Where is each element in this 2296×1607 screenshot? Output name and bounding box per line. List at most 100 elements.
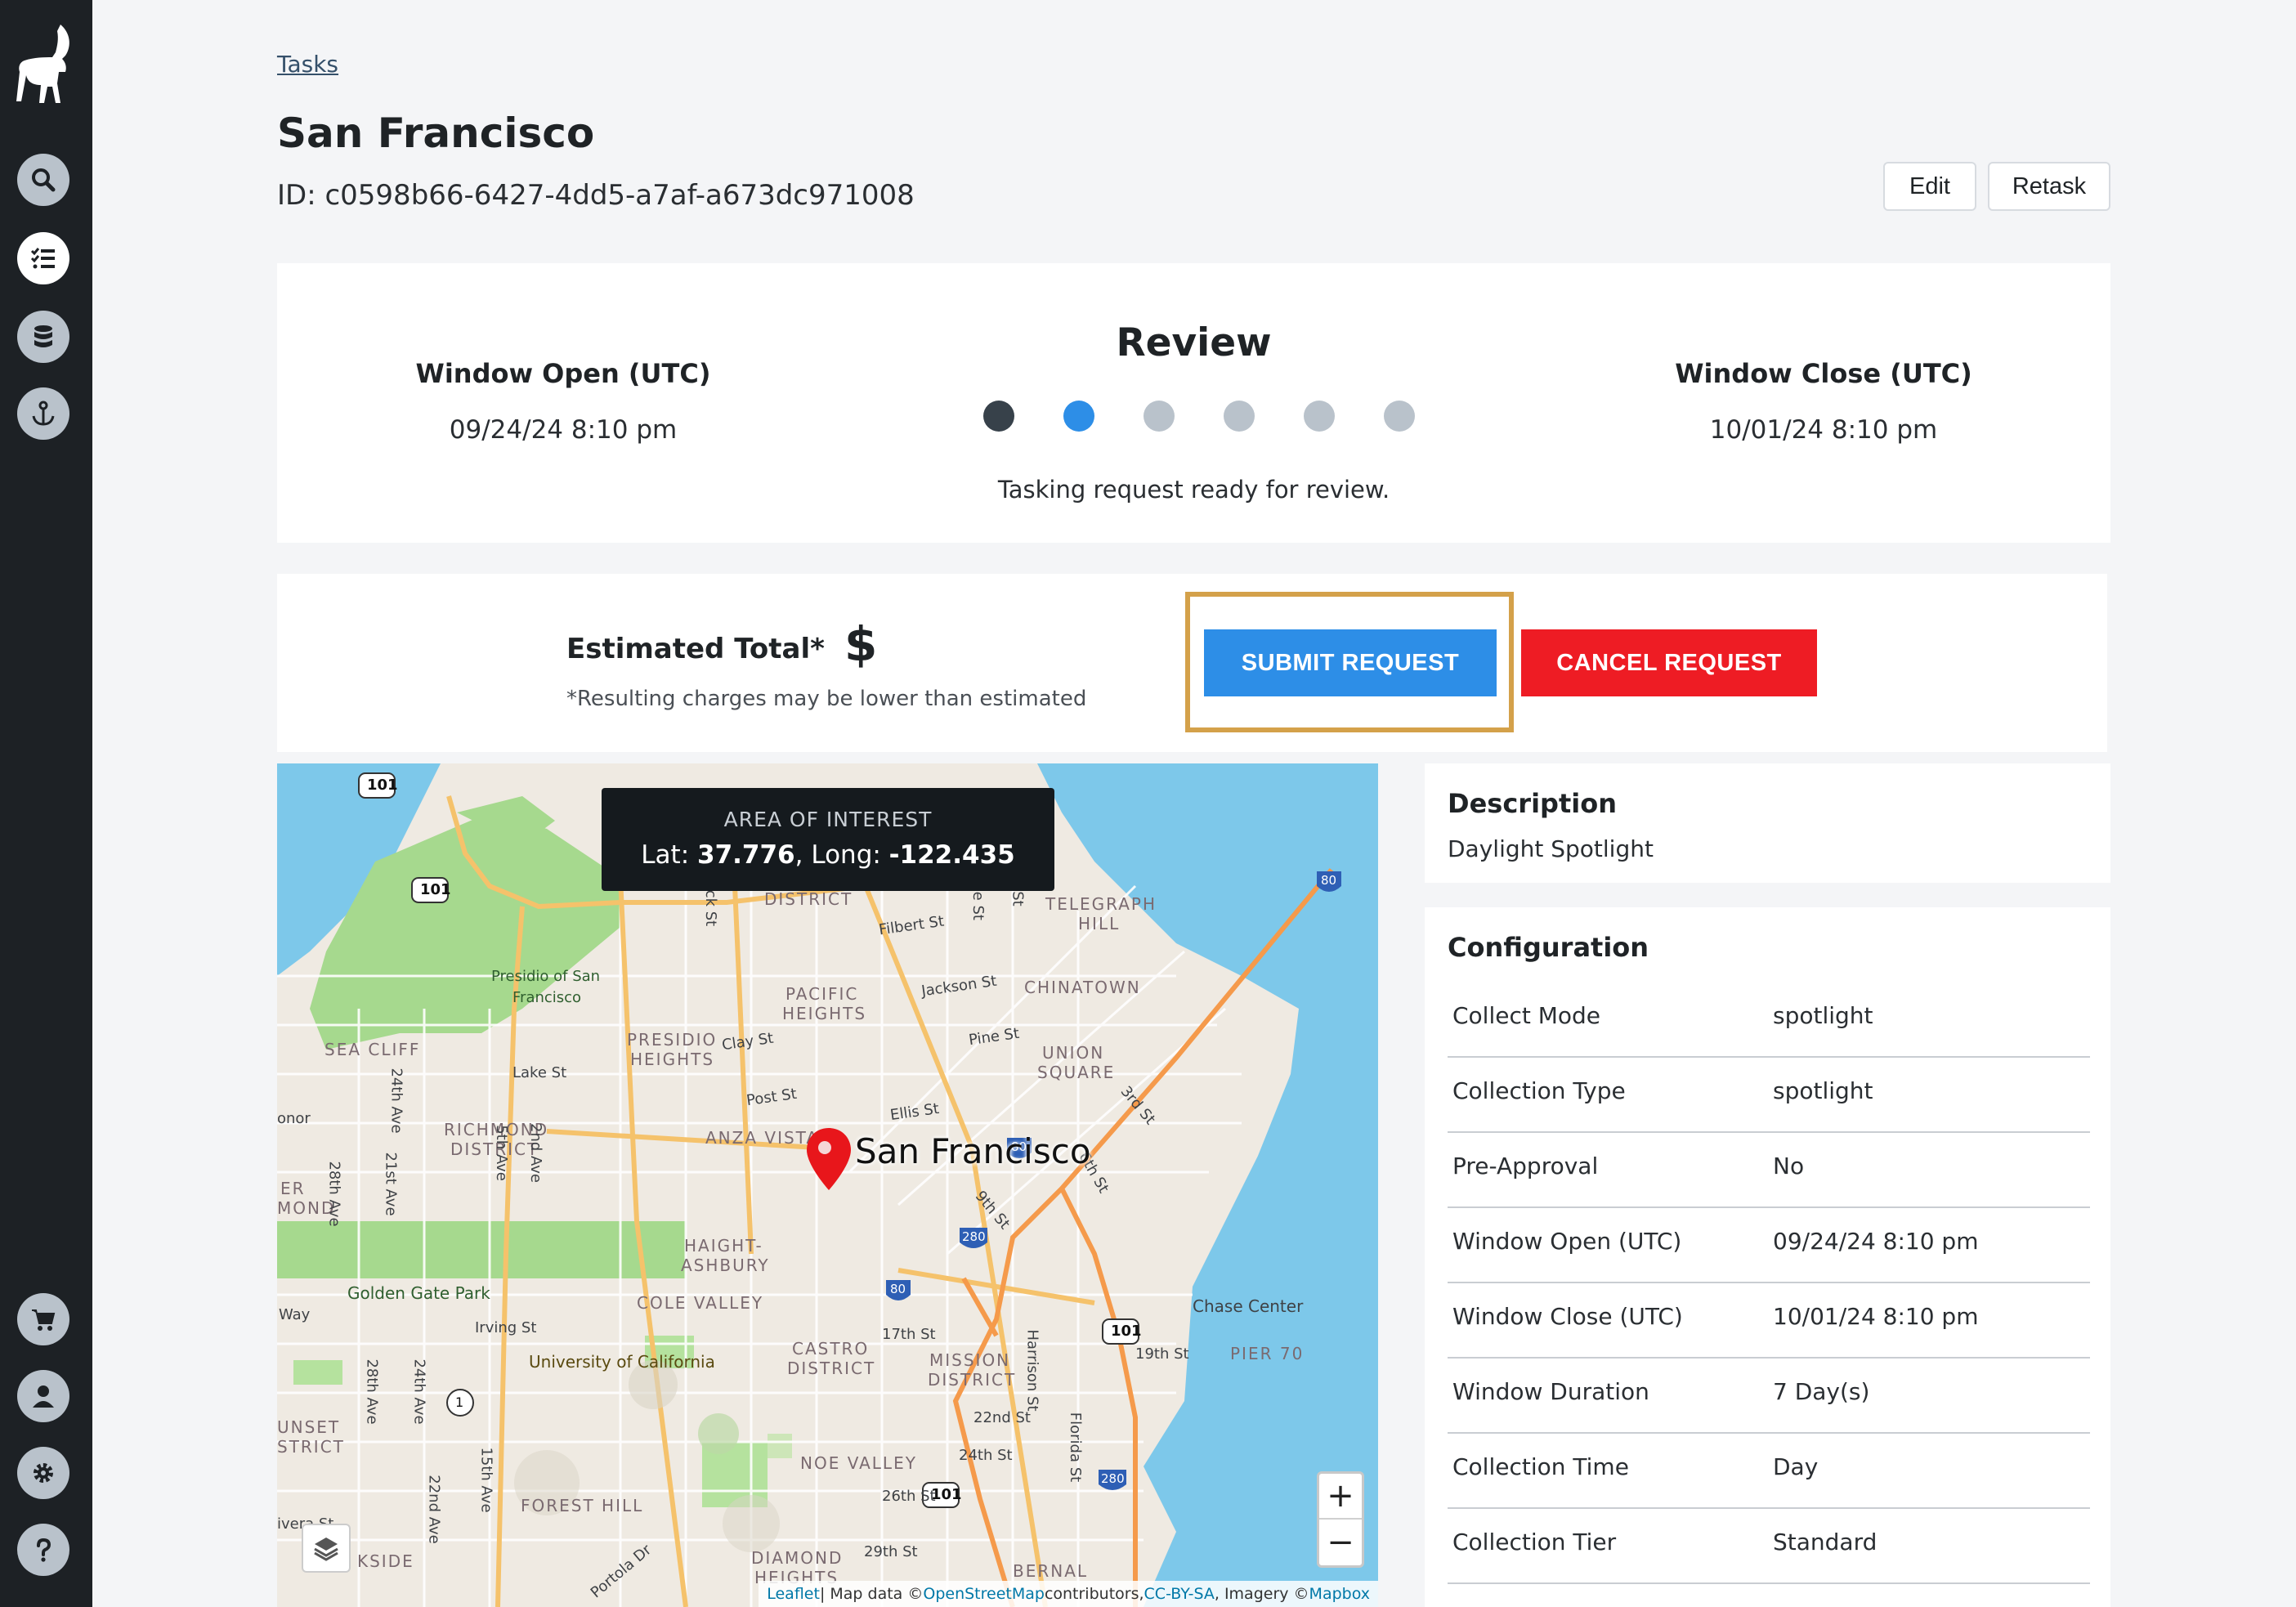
map[interactable]: 101 101 101 101 80 80 80 280 280 1 Presi… — [277, 763, 1378, 1607]
submit-request-button[interactable]: SUBMIT REQUEST — [1204, 629, 1497, 696]
map-label: SQUARE — [1037, 1063, 1116, 1082]
street-label: 24th Ave — [410, 1359, 428, 1425]
route-label: 280 — [1101, 1471, 1125, 1486]
long-value: -122.435 — [888, 840, 1015, 870]
step-dot — [1224, 401, 1255, 432]
map-label: Golden Gate Park — [347, 1283, 490, 1303]
cart-icon — [32, 1309, 56, 1331]
cc-link[interactable]: CC-BY-SA — [1144, 1585, 1215, 1603]
map-label: HEIGHTS — [782, 1004, 867, 1023]
map-attribution: Leaflet | Map data © OpenStreetMap contr… — [759, 1581, 1378, 1607]
status-card: Window Open (UTC) 09/24/24 8:10 pm Revie… — [277, 263, 2110, 543]
layers-icon — [314, 1538, 338, 1561]
map-label: CHINATOWN — [1024, 978, 1141, 997]
osm-link[interactable]: OpenStreetMap — [923, 1585, 1045, 1603]
nav-search-button[interactable] — [17, 154, 69, 206]
map-label: SEA CLIFF — [324, 1040, 421, 1059]
map-label: MISSION — [929, 1350, 1011, 1370]
config-key: Window Close (UTC) — [1452, 1303, 1683, 1330]
street-label: 21st Ave — [382, 1152, 400, 1216]
user-icon — [33, 1385, 54, 1408]
config-value: Day — [1773, 1453, 1819, 1480]
step-dot — [983, 401, 1014, 432]
config-value: Standard — [1773, 1529, 1878, 1556]
street-label: Irving St — [475, 1319, 537, 1336]
attrib-text: , Imagery © — [1214, 1585, 1309, 1603]
ibex-logo-icon[interactable] — [11, 21, 77, 106]
map-label: Chase Center — [1193, 1296, 1304, 1316]
step-dot — [1304, 401, 1335, 432]
street-label: 5th Ave — [492, 1125, 510, 1181]
street-label: 22nd Ave — [425, 1475, 443, 1544]
street-label: 22nd St — [973, 1409, 1031, 1426]
street-label: 26th St — [882, 1488, 936, 1505]
route-label: 280 — [962, 1229, 986, 1244]
street-label: 19th St — [1135, 1345, 1189, 1363]
nav-settings-button[interactable] — [17, 1447, 69, 1499]
nav-user-button[interactable] — [17, 1370, 69, 1422]
nav-cart-button[interactable] — [17, 1293, 69, 1345]
map-label: ER — [280, 1179, 306, 1198]
config-key: Window Duration — [1452, 1378, 1649, 1405]
zoom-in-button[interactable]: + — [1319, 1474, 1362, 1520]
config-value: spotlight — [1773, 1077, 1873, 1104]
config-value: 10/01/24 8:10 pm — [1773, 1303, 1979, 1330]
task-list-icon — [30, 248, 55, 269]
search-icon — [32, 168, 56, 192]
config-key: Collect Mode — [1452, 1002, 1601, 1029]
config-row: Pre-Approval No — [1448, 1133, 2090, 1208]
anchor-icon — [32, 401, 55, 426]
map-pin-icon[interactable] — [803, 1126, 854, 1193]
estimated-total-value: $ — [844, 616, 878, 672]
street-label: 15th Ave — [477, 1447, 495, 1513]
leaflet-link[interactable]: Leaflet — [767, 1585, 820, 1603]
mapbox-link[interactable]: Mapbox — [1309, 1585, 1370, 1603]
config-row: Window Duration 7 Day(s) — [1448, 1359, 2090, 1434]
config-key: Orbital Plane — [1452, 1604, 1600, 1607]
config-value: spotlight — [1773, 1002, 1873, 1029]
config-row: Collect Mode spotlight — [1448, 983, 2090, 1058]
description-title: Description — [1448, 788, 1617, 819]
config-key: Collection Tier — [1452, 1529, 1617, 1556]
attrib-text: | Map data © — [819, 1585, 924, 1603]
nav-tasks-button[interactable] — [17, 232, 69, 284]
street-label: 24th Ave — [387, 1068, 405, 1134]
config-key: Window Open (UTC) — [1452, 1228, 1682, 1255]
nav-database-button[interactable] — [17, 311, 69, 363]
retask-button[interactable]: Retask — [1988, 162, 2110, 211]
map-label: UNSET — [277, 1417, 341, 1437]
lat-label: Lat: — [641, 840, 697, 870]
window-close-label: Window Close (UTC) — [1675, 358, 1972, 389]
street-label: Harrison St — [1023, 1329, 1041, 1412]
map-label: University of California — [529, 1352, 715, 1372]
layers-button[interactable] — [302, 1524, 351, 1573]
cancel-request-button[interactable]: CANCEL REQUEST — [1521, 629, 1817, 696]
street-label: 24th St — [959, 1447, 1013, 1464]
map-label: Presidio of San — [491, 968, 601, 985]
map-label: ASHBURY — [681, 1256, 770, 1275]
route-label: 101 — [931, 1486, 962, 1503]
map-label: PACIFIC — [785, 984, 859, 1004]
gear-icon — [34, 1463, 53, 1483]
street-label: 2nd Ave — [527, 1123, 544, 1183]
street-label: 29th St — [864, 1543, 918, 1560]
nav-anchor-button[interactable] — [17, 387, 69, 440]
route-label: 1 — [455, 1394, 464, 1410]
aoi-tooltip: AREA OF INTEREST Lat: 37.776, Long: -122… — [602, 788, 1054, 891]
config-row: Collection Tier Standard — [1448, 1509, 2090, 1584]
page-title: San Francisco — [277, 110, 595, 157]
step-dot — [1384, 401, 1415, 432]
map-label: STRICT — [277, 1437, 345, 1457]
config-row: Orbital Plane 97 — [1448, 1584, 2090, 1607]
estimated-total-label: Estimated Total* — [566, 633, 825, 665]
route-label: 80 — [890, 1282, 906, 1296]
configuration-title: Configuration — [1448, 932, 1649, 963]
nav-help-button[interactable] — [17, 1524, 69, 1576]
street-label: Lake St — [512, 1064, 567, 1081]
edit-button[interactable]: Edit — [1883, 162, 1976, 211]
breadcrumb-tasks-link[interactable]: Tasks — [277, 51, 338, 78]
description-card: Description Daylight Spotlight — [1425, 763, 2110, 883]
map-label: TELEGRAPH — [1045, 894, 1157, 914]
zoom-out-button[interactable]: − — [1319, 1520, 1362, 1565]
task-id: ID: c0598b66-6427-4dd5-a7af-a673dc971008 — [277, 179, 915, 212]
